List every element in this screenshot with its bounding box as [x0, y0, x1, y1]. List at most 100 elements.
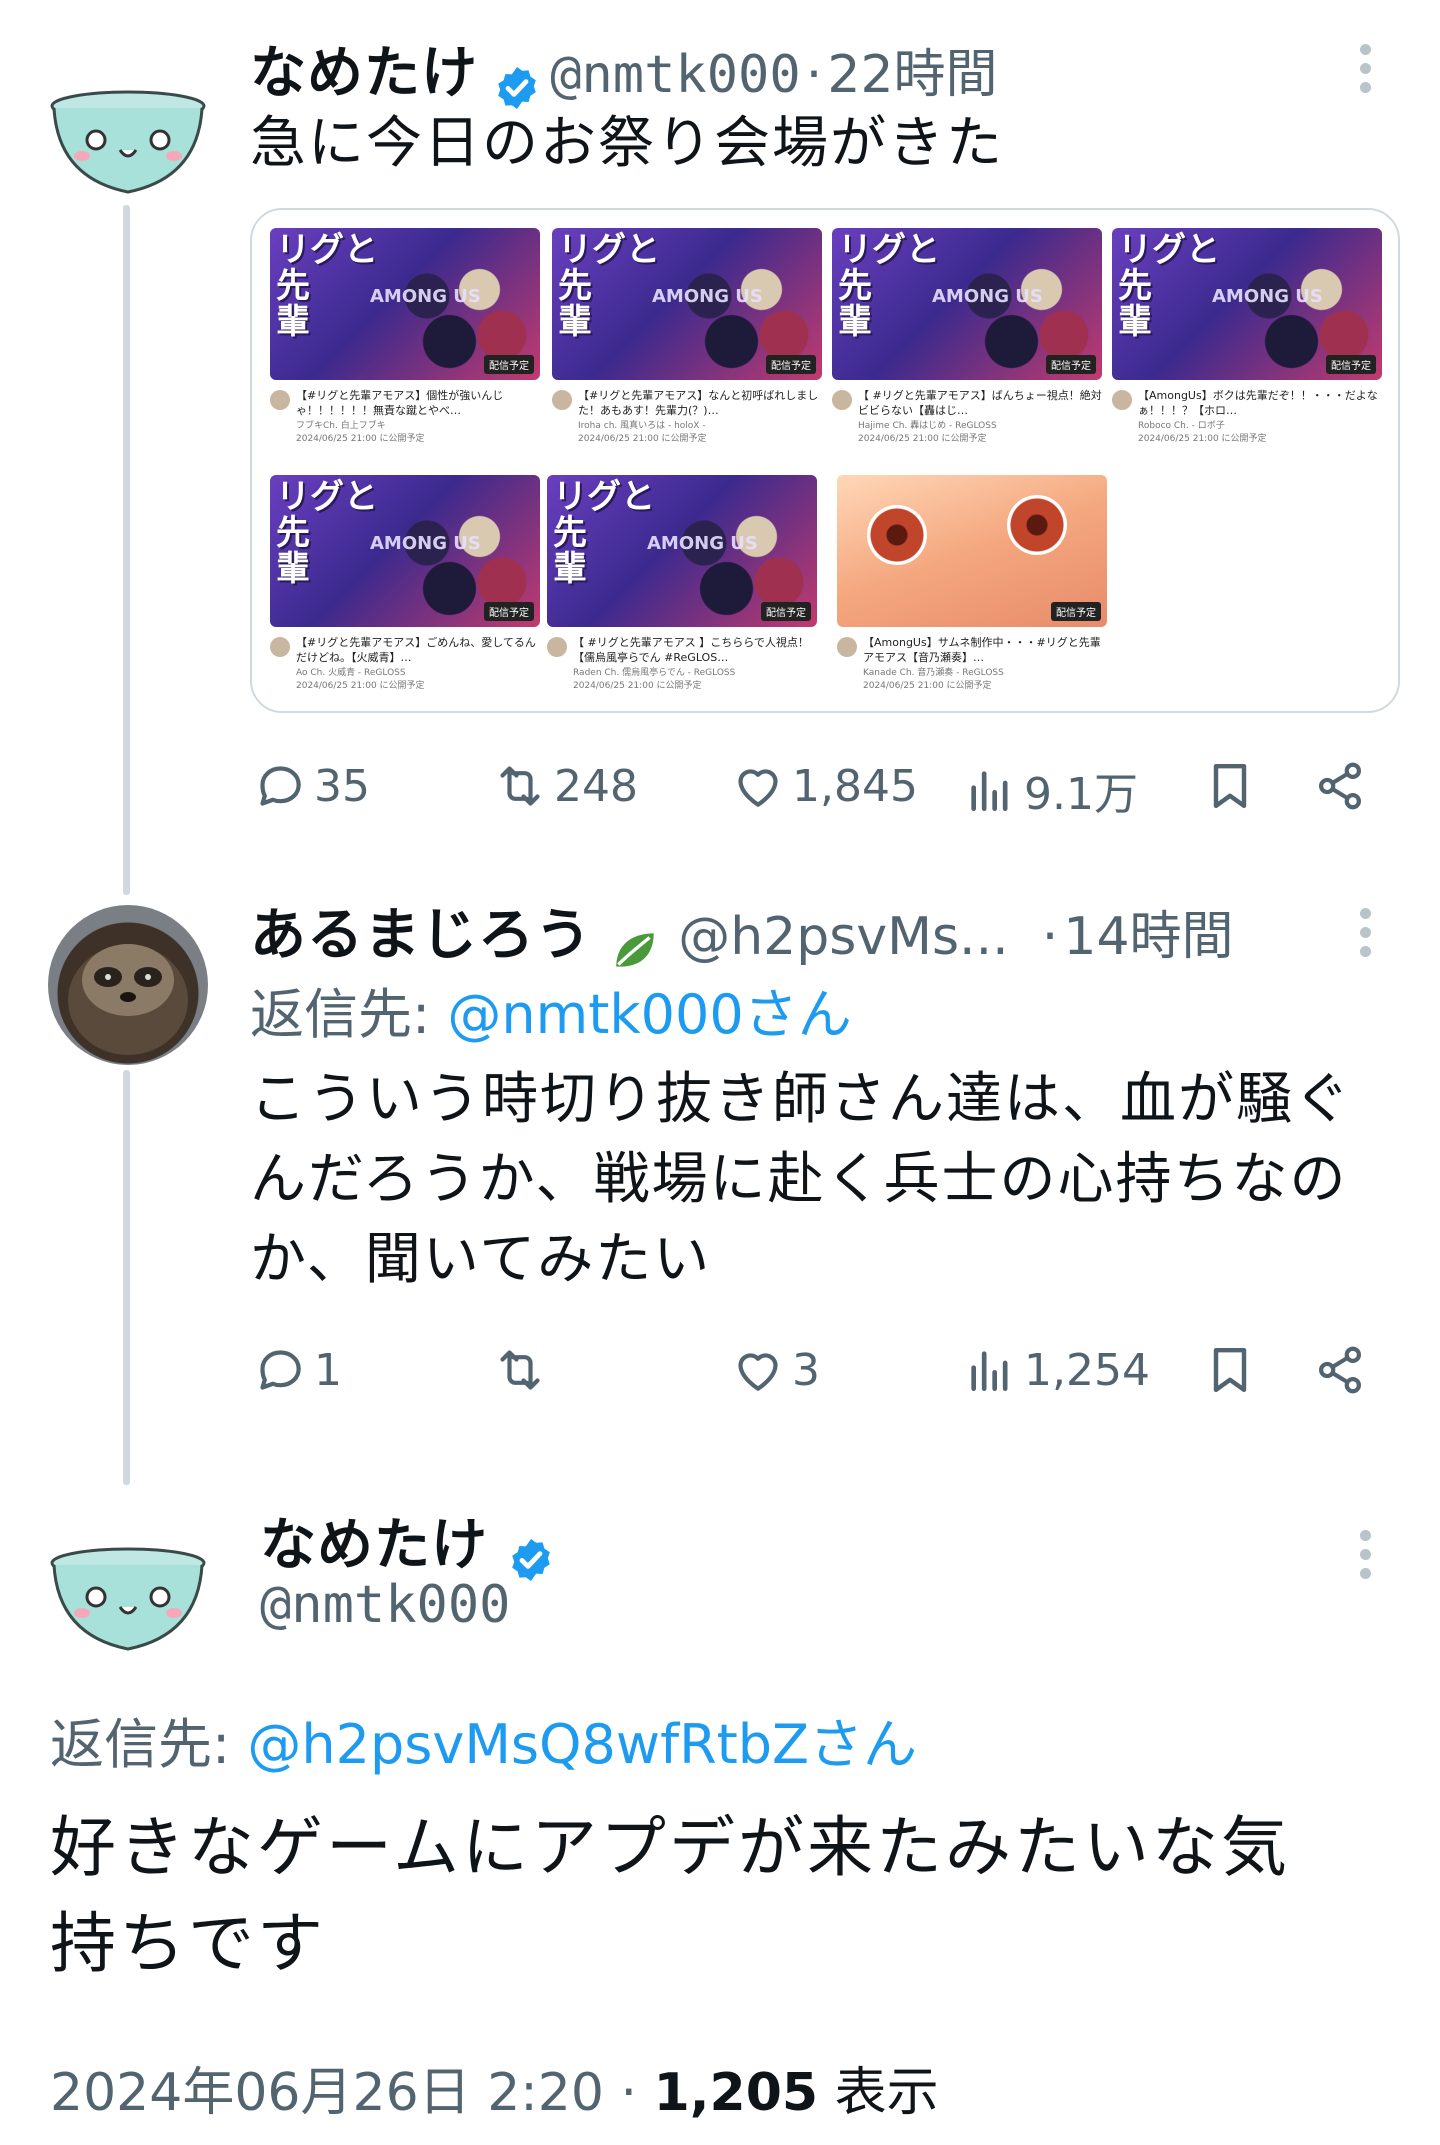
video-card[interactable]: リグと 先 輩 AMONG US 配信予定 【#リグと先輩アモアス】なんと初呼ば… — [552, 228, 822, 446]
status-badge: 配信予定 — [1051, 602, 1101, 621]
status-badge: 配信予定 — [484, 355, 534, 374]
display-name[interactable]: なめたけ — [260, 1513, 488, 1578]
share-icon — [1319, 1346, 1361, 1394]
reply-label: 返信先: — [250, 983, 431, 1046]
reply-label: 返信先: — [50, 1713, 231, 1776]
like-icon — [738, 769, 778, 807]
video-thumbnail: リグと 先 輩 AMONG US 配信予定 — [552, 228, 822, 380]
more-icon[interactable] — [1360, 1530, 1374, 1587]
tweet-header: なめたけ — [260, 1500, 555, 1584]
tweet-text: 好きなゲームにアプデが来たみたいな気 持ちです — [50, 1809, 1291, 1982]
bookmark-icon — [1213, 1347, 1247, 1393]
separator-dot: · — [805, 45, 823, 105]
retweet-icon — [500, 766, 540, 806]
retweet-button[interactable]: 248 — [492, 758, 638, 814]
reply-icon — [260, 1350, 301, 1390]
views-total: 1,205 — [653, 2063, 819, 2123]
video-thumbnail: リグと 先 輩 AMONG US 配信予定 — [547, 475, 817, 627]
handle[interactable]: @h2psvMs... — [678, 907, 1008, 967]
like-icon — [738, 1353, 778, 1391]
bookmark-icon — [1213, 763, 1247, 809]
status-badge: 配信予定 — [1046, 355, 1096, 374]
publish-date: 2024/06/25 21:00 に公開予定 — [573, 681, 702, 691]
display-name[interactable]: あるまじろう — [250, 903, 592, 968]
publish-date: 2024/06/25 21:00 に公開予定 — [1138, 434, 1267, 444]
avatar[interactable] — [48, 88, 208, 198]
channel-name: Roboco Ch. - ロボ子 — [1138, 421, 1225, 431]
retweet-icon — [500, 1350, 540, 1390]
reply-context: 返信先: @h2psvMsQ8wfRtbZさん — [50, 1700, 917, 1779]
media-card[interactable]: リグと 先 輩 AMONG US 配信予定 【#リグと先輩アモアス】個性が強いん… — [250, 208, 1400, 713]
like-button[interactable]: 1,845 — [730, 758, 918, 814]
video-card[interactable]: リグと 先 輩 AMONG US 配信予定 【 #リグと先輩アモアス】ばんちょー… — [832, 228, 1102, 446]
reply-count: 35 — [314, 760, 370, 812]
status-badge: 配信予定 — [484, 602, 534, 621]
display-name[interactable]: なめたけ — [250, 41, 478, 106]
share-button[interactable] — [1312, 1342, 1374, 1398]
post-datetime[interactable]: 2024年06月26日 2:20 — [50, 2063, 604, 2123]
channel-name: Hajime Ch. 轟はじめ - ReGLOSS — [858, 421, 997, 431]
reply-context: 返信先: @nmtk000さん — [250, 970, 852, 1049]
retweet-count: 248 — [554, 760, 638, 812]
video-thumbnail: 配信予定 — [837, 475, 1107, 627]
share-icon — [1319, 762, 1361, 810]
like-button[interactable]: 3 — [730, 1342, 820, 1398]
handle[interactable]: @nmtk000 — [550, 45, 800, 105]
bowl-avatar-icon — [50, 1547, 206, 1651]
channel-name: Iroha ch. 風真いろは - holoX - — [578, 421, 706, 431]
verified-icon — [512, 1538, 550, 1581]
publish-date: 2024/06/25 21:00 に公開予定 — [296, 434, 425, 444]
video-title: 【 #リグと先輩アモアス】ばんちょー視点！絶対ビビらない【轟はじ… — [858, 389, 1102, 417]
video-title: 【#リグと先輩アモアス】ごめんね、愛してるんだけどね。【火威青】… — [296, 636, 536, 664]
reply-button[interactable]: 35 — [252, 758, 370, 814]
video-card[interactable]: リグと 先 輩 AMONG US 配信予定 【#リグと先輩アモアス】個性が強いん… — [270, 228, 540, 446]
views-button[interactable]: 1,254 — [962, 1342, 1150, 1398]
tweet-header: あるまじろう @h2psvMs... · 14時間 — [250, 890, 1234, 975]
share-button[interactable] — [1312, 758, 1374, 814]
video-card[interactable]: リグと 先 輩 AMONG US 配信予定 【AmongUs】ボクは先輩だぞ！！… — [1112, 228, 1382, 446]
channel-avatar — [270, 637, 290, 657]
channel-avatar — [270, 390, 290, 410]
separator-dot: · — [620, 2063, 638, 2123]
video-thumbnail: リグと 先 輩 AMONG US 配信予定 — [1112, 228, 1382, 380]
more-icon[interactable] — [1360, 908, 1374, 965]
timestamp[interactable]: 22時間 — [827, 45, 997, 105]
handle[interactable]: @nmtk000 — [260, 1575, 510, 1635]
avatar[interactable] — [48, 1545, 208, 1655]
publish-date: 2024/06/25 21:00 に公開予定 — [296, 681, 425, 691]
retweet-button[interactable] — [492, 1342, 554, 1398]
channel-name: Ao Ch. 火威青 - ReGLOSS — [296, 668, 406, 678]
video-card[interactable]: リグと 先 輩 AMONG US 配信予定 【#リグと先輩アモアス】ごめんね、愛… — [270, 475, 540, 693]
reply-target-link[interactable]: @nmtk000さん — [447, 983, 851, 1046]
video-thumbnail: リグと 先 輩 AMONG US 配信予定 — [270, 228, 540, 380]
views-icon — [971, 771, 1008, 811]
timestamp[interactable]: 14時間 — [1063, 907, 1233, 967]
bookmark-button[interactable] — [1202, 758, 1264, 814]
bookmark-button[interactable] — [1202, 1342, 1264, 1398]
status-badge: 配信予定 — [766, 355, 816, 374]
raccoon-dog-avatar-icon — [68, 944, 188, 1055]
reply-button[interactable]: 1 — [252, 1342, 342, 1398]
status-badge: 配信予定 — [761, 602, 811, 621]
thread-line — [123, 205, 130, 895]
video-card[interactable]: 配信予定 【AmongUs】サムネ制作中・・・#リグと先輩アモアス【音乃瀬奏】…… — [837, 475, 1107, 693]
views-label: 表示 — [834, 2063, 939, 2123]
avatar[interactable] — [48, 905, 208, 1065]
publish-date: 2024/06/25 21:00 に公開予定 — [858, 434, 987, 444]
more-icon[interactable] — [1360, 44, 1374, 101]
tweet-text: 急に今日のお祭り会場がきた — [250, 111, 1004, 176]
channel-name: Raden Ch. 儒烏風亭らでん - ReGLOSS — [573, 668, 736, 678]
tweet-text: こういう時切り抜き師さん達は、血が騒ぐ んだろうか、戦場に赴く兵士の心持ちなの … — [250, 1067, 1352, 1292]
channel-avatar — [1112, 390, 1132, 410]
separator-dot: · — [1041, 907, 1059, 967]
reply-target-link[interactable]: @h2psvMsQ8wfRtbZさん — [247, 1713, 917, 1776]
views-button[interactable]: 9.1万 — [962, 758, 1138, 822]
channel-avatar — [837, 637, 857, 657]
video-title: 【#リグと先輩アモアス】なんと初呼ばれしました！あもあす！先輩力(？)… — [578, 389, 819, 417]
channel-avatar — [552, 390, 572, 410]
video-title: 【 #リグと先輩アモアス 】こちららで人視点！【儒烏風亭らでん #ReGLOS… — [573, 636, 809, 664]
video-card[interactable]: リグと 先 輩 AMONG US 配信予定 【 #リグと先輩アモアス 】こちらら… — [547, 475, 817, 693]
like-count: 1,845 — [792, 760, 918, 812]
thread-line — [123, 1070, 130, 1485]
views-count: 9.1万 — [1024, 769, 1138, 820]
